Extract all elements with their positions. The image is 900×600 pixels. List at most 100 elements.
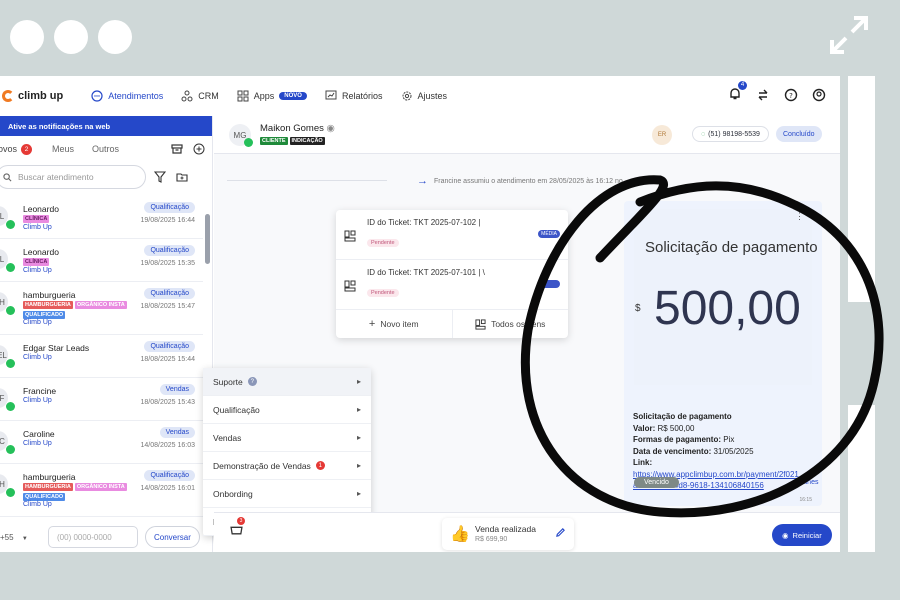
ticket-item[interactable]: ID do Ticket: TKT 2025-07-102 | Pendente…: [336, 210, 568, 260]
ticket-status-badge: Pendente: [367, 289, 399, 297]
edit-icon[interactable]: [555, 527, 566, 538]
pipeline-menu-item[interactable]: Demonstração de Vendas 1 ▸: [203, 452, 371, 480]
restart-label: Reiniciar: [792, 530, 822, 540]
formas-value: Pix: [723, 435, 735, 444]
tab-novos[interactable]: ovos 2: [0, 143, 33, 155]
stage-badge: Qualificação: [144, 245, 195, 256]
swap-icon[interactable]: [756, 88, 770, 102]
payment-status-badge: Vencido: [634, 477, 679, 488]
info-icon: ?: [247, 377, 257, 386]
conversation-channel: Climb Up: [23, 501, 52, 508]
stage-badge: Qualificação: [144, 288, 195, 299]
search-placeholder: Buscar atendimento: [18, 172, 94, 182]
restart-button[interactable]: ◉ Reiniciar: [772, 524, 832, 546]
kanban-icon: [475, 318, 486, 330]
whatsapp-icon: [6, 359, 15, 368]
phone-input[interactable]: (00) 0000-0000: [48, 526, 138, 548]
conversation-item[interactable]: L Leonardo CLÍNICA Climb Up Qualificação…: [0, 239, 203, 282]
contact-tag: HAMBURGUERIA: [23, 483, 73, 491]
nav-ajustes[interactable]: Ajustes: [401, 90, 448, 102]
chart-icon: [325, 90, 337, 100]
system-message: → Francine assumiu o atendimento em 28/0…: [227, 172, 827, 188]
conversation-item[interactable]: H hamburgueria HAMBURGUERIA ORGÂNICO INST…: [0, 464, 203, 517]
contact-tag: QUALIFICADO: [23, 311, 66, 319]
chat-footer: 3 👍 Venda realizada R$ 699,90 ◉ Reiniciar: [214, 512, 840, 552]
country-code-select[interactable]: +55 ▼: [0, 533, 44, 542]
ticket-status-badge: Pendente: [367, 239, 399, 247]
phone-badge[interactable]: ◌ (51) 98198-5539: [692, 126, 769, 142]
conversation-item[interactable]: H hamburgueria HAMBURGUERIA ORGÂNICO INST…: [0, 282, 203, 335]
ticket-item[interactable]: ID do Ticket: TKT 2025-07-101 | \ Penden…: [336, 260, 568, 310]
payment-card-title: Solicitação de pagamento: [645, 239, 818, 256]
ticket-priority-badge: [538, 280, 560, 288]
all-items-label: Todos os itens: [491, 319, 546, 329]
help-icon[interactable]: ?: [784, 88, 798, 102]
nav-apps[interactable]: Apps NOVO: [237, 90, 307, 102]
conversation-item[interactable]: EL Edgar Star Leads Climb Up Qualificaçã…: [0, 335, 203, 378]
nav-label: Ajustes: [417, 91, 448, 101]
whatsapp-icon: [244, 138, 253, 147]
filter-icon[interactable]: [154, 171, 166, 183]
pipeline-menu-item[interactable]: Suporte? ▸: [203, 368, 371, 396]
stage-badge: Qualificação: [144, 341, 195, 352]
vencimento-value: 31/05/2025: [713, 446, 754, 456]
nav-crm[interactable]: CRM: [181, 90, 219, 102]
ticket-actions: + Novo item Todos os itens: [336, 310, 568, 338]
eye-icon[interactable]: ◉: [327, 123, 335, 134]
nav-relatorios[interactable]: Relatórios: [325, 90, 383, 102]
pipeline-menu-item[interactable]: Vendas ▸: [203, 424, 371, 452]
message-time: 16:15: [799, 497, 812, 503]
conversation-item[interactable]: L Leonardo CLÍNICA Climb Up Qualificação…: [0, 196, 203, 239]
agent-avatar[interactable]: ER: [652, 125, 672, 145]
conversation-item[interactable]: F Francine Climb Up Vendas 18/08/2025 15…: [0, 378, 203, 421]
tab-actions: [171, 143, 205, 155]
new-item-button[interactable]: + Novo item: [336, 310, 453, 338]
all-items-button[interactable]: Todos os itens: [453, 310, 569, 338]
details-link[interactable]: detalhes: [792, 479, 818, 486]
nav-atendimentos[interactable]: Atendimentos: [91, 90, 163, 102]
conversar-button[interactable]: Conversar: [145, 526, 200, 548]
archive-icon[interactable]: [171, 143, 183, 155]
tab-outros[interactable]: Outros: [92, 144, 119, 154]
background-panel: [848, 405, 875, 552]
conversation-date: 18/08/2025 15:47: [140, 303, 196, 310]
notifications-button[interactable]: 4: [728, 81, 747, 103]
add-icon[interactable]: [193, 143, 205, 155]
folder-icon[interactable]: [176, 171, 188, 183]
valor-value: R$ 500,00: [657, 423, 695, 433]
payment-card-amount: 500,00: [654, 282, 801, 335]
chevron-right-icon: ▸: [356, 461, 361, 470]
conversation-date: 18/08/2025 15:43: [140, 399, 196, 406]
thumbs-up-icon: 👍: [450, 526, 470, 543]
conversation-item[interactable]: C Caroline Climb Up Vendas 14/08/2025 16…: [0, 421, 203, 464]
logo-text: climb up: [18, 90, 64, 102]
whatsapp-icon: [6, 220, 15, 229]
chevron-right-icon: ▸: [356, 433, 361, 442]
more-options-icon[interactable]: ⋮: [795, 211, 804, 222]
profile-icon[interactable]: [812, 88, 826, 102]
contact-name[interactable]: Maikon Gomes ◉: [260, 123, 335, 134]
app-window: climb up Atendimentos CRM Apps NOVO Rela…: [0, 76, 840, 552]
stage-badge: Vendas: [159, 384, 195, 395]
search-input[interactable]: Buscar atendimento: [0, 165, 146, 189]
count-badge: 1: [315, 461, 325, 470]
conversation-item[interactable]: L Leonardo Qualificação: [0, 517, 203, 518]
scrollbar-thumb[interactable]: [205, 214, 210, 264]
conversation-channel: Climb Up: [23, 267, 52, 274]
new-item-label: Novo item: [380, 319, 419, 329]
payment-card: ⋮ Solicitação de pagamento 500,00 $: [634, 209, 818, 385]
web-notification-banner[interactable]: Ative as notificações na web: [0, 116, 212, 136]
payment-message: ⋮ Solicitação de pagamento 500,00 $ Soli…: [624, 201, 822, 506]
conversation-channel: Climb Up: [23, 354, 52, 361]
cart-button[interactable]: 3: [230, 517, 245, 541]
chevron-down-icon: ▼: [21, 535, 28, 542]
pipeline-menu-item[interactable]: Qualificação ▸: [203, 396, 371, 424]
chevron-right-icon: ▸: [356, 405, 361, 414]
status-badge[interactable]: Concluído: [776, 126, 822, 142]
conversation-date: 14/08/2025 16:03: [140, 442, 196, 449]
tab-meus[interactable]: Meus: [52, 144, 74, 154]
pipeline-menu-item[interactable]: Onbording ▸: [203, 480, 371, 508]
sale-card: 👍 Venda realizada R$ 699,90: [442, 518, 574, 550]
window-dots: [10, 20, 132, 54]
conversation-date: 14/08/2025 16:01: [140, 485, 196, 492]
